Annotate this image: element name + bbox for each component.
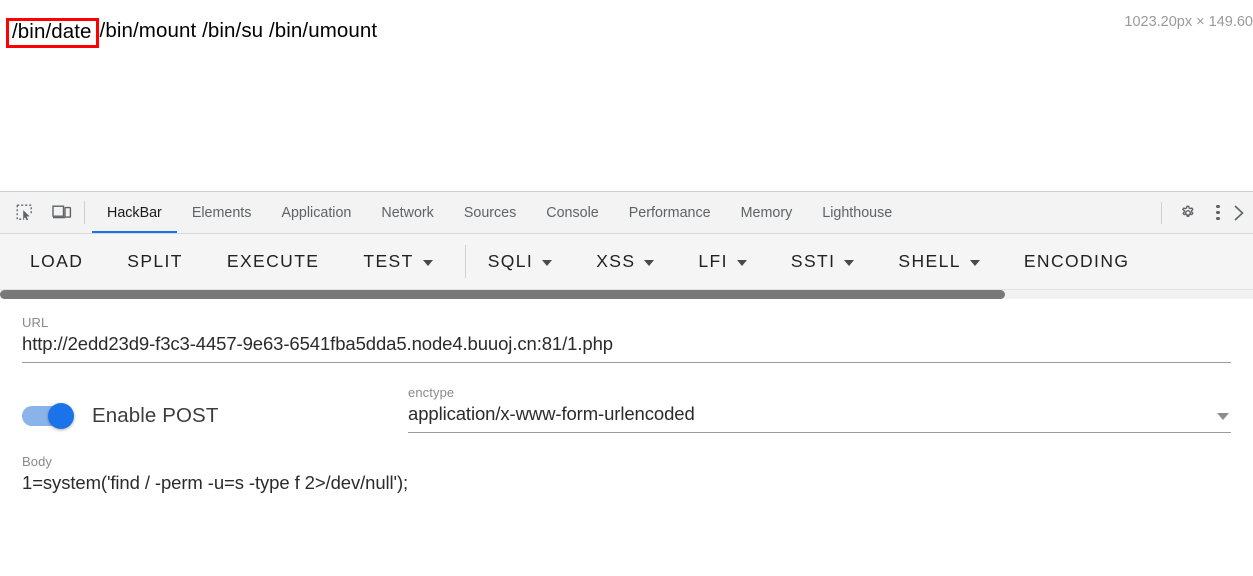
- body-input[interactable]: 1=system('find / -perm -u=s -type f 2>/d…: [22, 472, 1231, 494]
- hackbar-test-menu[interactable]: TEST: [363, 245, 433, 278]
- chevron-down-icon: [969, 259, 980, 266]
- scrollbar-thumb[interactable]: [0, 290, 1005, 299]
- tab-console[interactable]: Console: [531, 192, 613, 233]
- hackbar-shell-label: SHELL: [898, 251, 961, 271]
- hackbar-lfi-menu[interactable]: LFI: [698, 245, 747, 278]
- hackbar-xss-label: XSS: [596, 251, 636, 271]
- enable-post-label: Enable POST: [92, 404, 219, 427]
- tab-network[interactable]: Network: [366, 192, 448, 233]
- tab-elements[interactable]: Elements: [177, 192, 267, 233]
- hackbar-execute-button[interactable]: EXECUTE: [227, 245, 319, 278]
- url-label: URL: [22, 315, 49, 330]
- page-remaining-paths: /bin/mount /bin/su /bin/umount: [99, 19, 378, 42]
- enctype-select[interactable]: application/x-www-form-urlencoded: [408, 403, 1231, 433]
- tab-lighthouse[interactable]: Lighthouse: [807, 192, 907, 233]
- hackbar-split-button[interactable]: SPLIT: [127, 245, 183, 278]
- enable-post-switch[interactable]: [22, 403, 78, 429]
- switch-knob: [48, 403, 74, 429]
- tab-memory[interactable]: Memory: [726, 192, 808, 233]
- url-field-group: URL http://2edd23d9-f3c3-4457-9e63-6541f…: [0, 299, 1253, 363]
- hackbar-execute-label: EXECUTE: [226, 251, 320, 271]
- hackbar-xss-menu[interactable]: XSS: [596, 245, 655, 278]
- body-label: Body: [22, 454, 53, 469]
- hackbar-encoding-menu[interactable]: ENCODING: [1024, 245, 1130, 278]
- chevron-down-icon: [644, 259, 655, 266]
- hackbar-form: URL http://2edd23d9-f3c3-4457-9e63-6541f…: [0, 299, 1253, 494]
- enctype-selected-value: application/x-www-form-urlencoded: [408, 403, 695, 424]
- hackbar-lfi-label: LFI: [698, 251, 728, 271]
- tabstrip-divider: [84, 201, 85, 224]
- post-settings-row: Enable POST enctype application/x-www-fo…: [0, 363, 1253, 433]
- hackbar-toolbar-divider: [464, 245, 466, 278]
- chevron-down-icon: [422, 259, 433, 266]
- hackbar-test-label: TEST: [363, 251, 414, 271]
- devtools-tabstrip: HackBar Elements Application Network Sou…: [0, 192, 1253, 234]
- device-toolbar-icon[interactable]: [48, 199, 76, 227]
- hackbar-encoding-label: ENCODING: [1023, 251, 1130, 271]
- hackbar-sqli-menu[interactable]: SQLI: [487, 245, 553, 278]
- hackbar-sqli-label: SQLI: [487, 251, 534, 271]
- hackbar-load-button[interactable]: LOAD: [30, 245, 83, 278]
- element-size-tooltip: 1023.20px × 149.60: [1124, 14, 1253, 30]
- settings-gear-icon[interactable]: [1173, 198, 1203, 228]
- enctype-label: enctype: [408, 385, 455, 400]
- hackbar-split-label: SPLIT: [127, 251, 183, 271]
- chevron-down-icon: [736, 259, 747, 266]
- enctype-field-group: enctype application/x-www-form-urlencode…: [408, 385, 1231, 433]
- highlighted-element-bin-date[interactable]: /bin/date: [6, 18, 99, 48]
- chevron-down-icon: [542, 259, 553, 266]
- devtools-tabs: HackBar Elements Application Network Sou…: [92, 192, 907, 233]
- hackbar-load-label: LOAD: [30, 251, 84, 271]
- hackbar-ssti-label: SSTI: [790, 251, 836, 271]
- page-command-output: /bin/date/bin/mount /bin/su /bin/umount: [6, 17, 378, 48]
- inspect-element-icon[interactable]: [10, 199, 38, 227]
- more-options-kebab-icon[interactable]: [1203, 198, 1233, 228]
- hackbar-shell-menu[interactable]: SHELL: [898, 245, 980, 278]
- tab-performance[interactable]: Performance: [614, 192, 726, 233]
- chevron-down-icon: [844, 259, 855, 266]
- more-tabs-chevron-icon[interactable]: [1233, 198, 1253, 228]
- hackbar-toolbar: LOAD SPLIT EXECUTE TEST SQLI XSS LFI SST…: [0, 234, 1253, 289]
- devtools-panel: HackBar Elements Application Network Sou…: [0, 191, 1253, 576]
- devtools-left-tools: [0, 192, 76, 233]
- hackbar-toolbar-container: LOAD SPLIT EXECUTE TEST SQLI XSS LFI SST…: [0, 234, 1253, 290]
- hackbar-toolbar-scrollbar[interactable]: [0, 290, 1253, 299]
- devtools-right-tools: [1161, 192, 1253, 233]
- hackbar-ssti-menu[interactable]: SSTI: [791, 245, 855, 278]
- tab-sources[interactable]: Sources: [449, 192, 531, 233]
- body-field-group: Body 1=system('find / -perm -u=s -type f…: [0, 433, 1253, 494]
- tab-hackbar[interactable]: HackBar: [92, 192, 177, 233]
- chevron-down-icon: [1217, 413, 1229, 420]
- tabstrip-right-divider: [1161, 201, 1162, 224]
- web-page-viewport: /bin/date/bin/mount /bin/su /bin/umount …: [0, 0, 1253, 191]
- url-input[interactable]: http://2edd23d9-f3c3-4457-9e63-6541fba5d…: [22, 333, 1231, 363]
- enable-post-toggle-group[interactable]: Enable POST: [22, 403, 408, 433]
- tab-application[interactable]: Application: [266, 192, 366, 233]
